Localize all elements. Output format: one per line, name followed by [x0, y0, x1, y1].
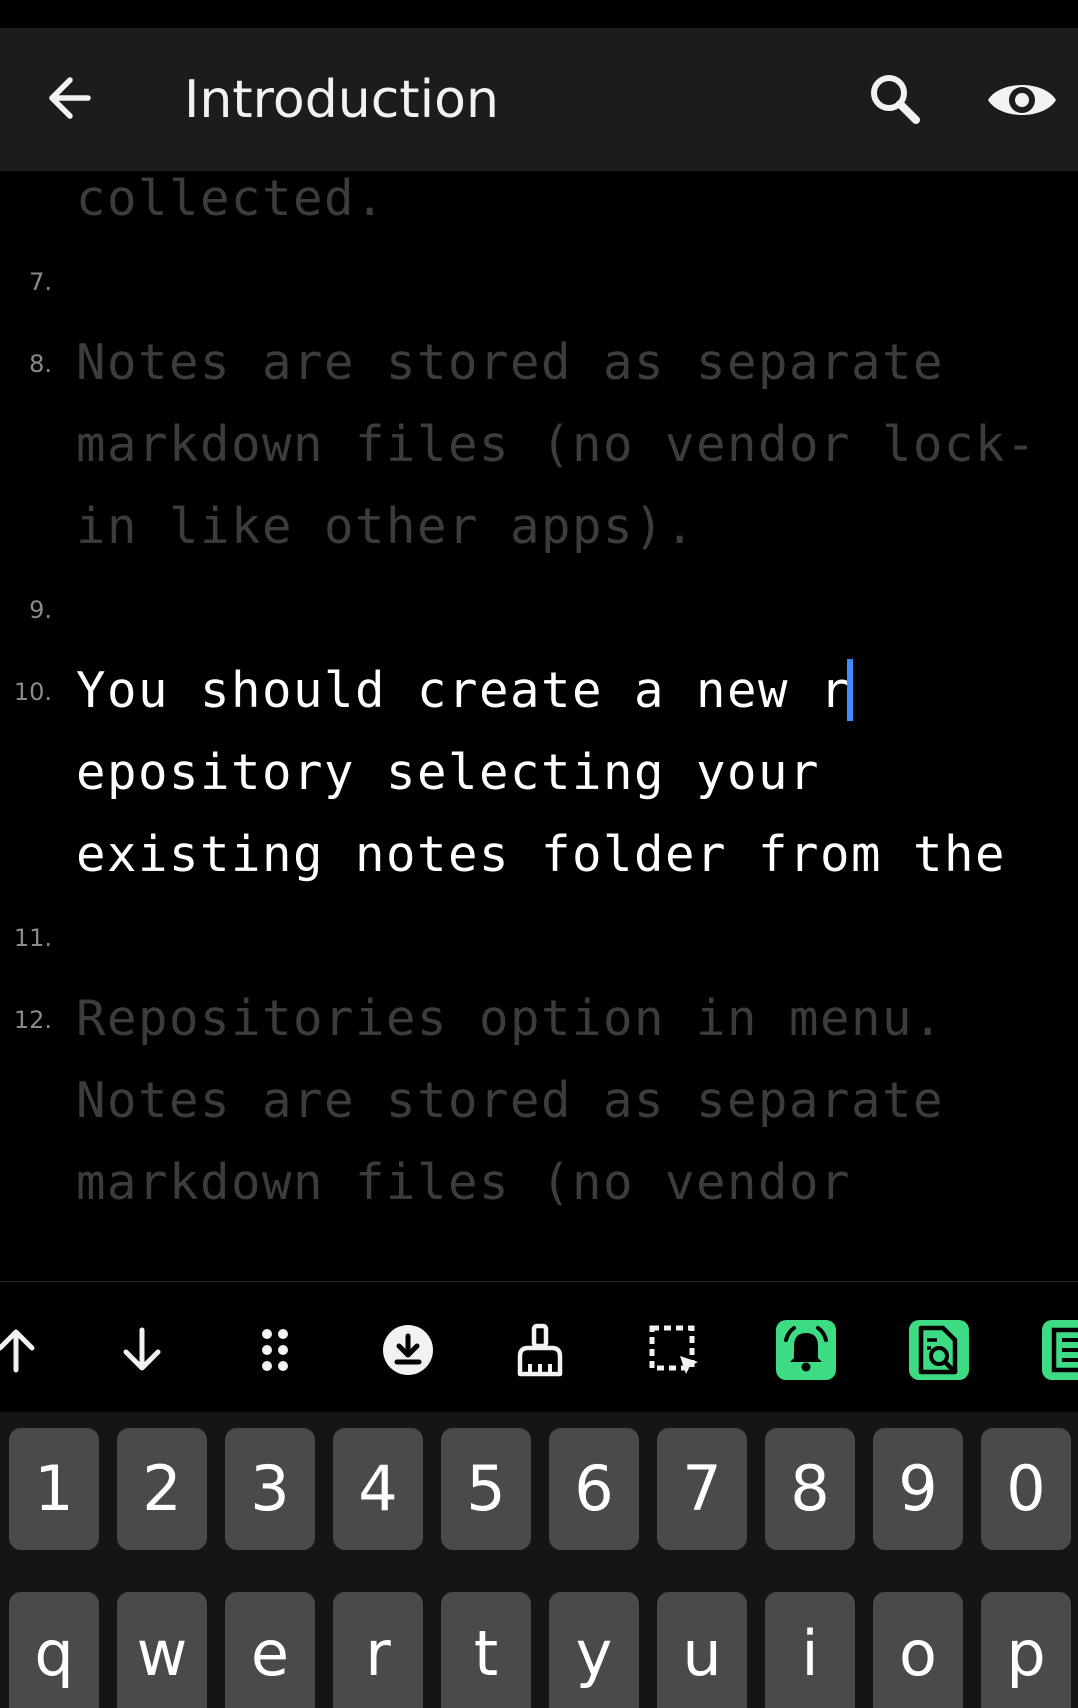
line-text: permissions. No user data is collected. [76, 171, 387, 227]
editor-line: permissions. No user data is collected. [0, 171, 1078, 240]
key-5[interactable]: 5 [441, 1428, 531, 1550]
find-in-document-button[interactable] [909, 1320, 969, 1380]
table-of-contents-button[interactable] [1042, 1320, 1078, 1380]
key-3[interactable]: 3 [225, 1428, 315, 1550]
editor-toolbar [0, 1281, 1078, 1412]
eye-icon [988, 85, 1056, 115]
search-button[interactable] [864, 68, 928, 132]
text-cursor [847, 659, 854, 721]
download-circle-icon [383, 1325, 433, 1375]
key-r[interactable]: r [333, 1592, 423, 1708]
editor-line: 9. [0, 568, 1078, 650]
move-down-button[interactable] [112, 1320, 172, 1380]
status-bar [0, 0, 1078, 28]
line-text: Repositories option in menu. Notes are s… [76, 990, 976, 1211]
editor-line: 12. Repositories option in menu. Notes a… [0, 978, 1078, 1224]
clear-format-button[interactable] [510, 1320, 570, 1380]
grid-button[interactable] [245, 1320, 305, 1380]
page-title: Introduction [184, 70, 499, 130]
key-7[interactable]: 7 [657, 1428, 747, 1550]
editor-line: 11. [0, 896, 1078, 978]
editor-line: 8. Notes are stored as separate markdown… [0, 322, 1078, 568]
arrow-down-icon [123, 1327, 161, 1371]
key-9[interactable]: 9 [873, 1428, 963, 1550]
key-p[interactable]: p [981, 1592, 1071, 1708]
key-y[interactable]: y [549, 1592, 639, 1708]
preview-button[interactable] [984, 68, 1060, 132]
text-before-cursor: You should create a new r [76, 662, 852, 719]
line-number: 11. [13, 924, 52, 952]
key-4[interactable]: 4 [333, 1428, 423, 1550]
move-up-button[interactable] [0, 1320, 46, 1380]
key-1[interactable]: 1 [9, 1428, 99, 1550]
line-number: 7. [29, 268, 52, 296]
document-search-icon [918, 1325, 958, 1375]
key-w[interactable]: w [117, 1592, 207, 1708]
key-6[interactable]: 6 [549, 1428, 639, 1550]
select-area-button[interactable] [644, 1320, 704, 1380]
key-0[interactable]: 0 [981, 1428, 1071, 1550]
arrow-left-icon [49, 77, 91, 119]
line-number: 9. [29, 596, 52, 624]
key-u[interactable]: u [657, 1592, 747, 1708]
line-text[interactable]: You should create a new r epository selec… [76, 650, 1066, 896]
editor-line: 7. [0, 240, 1078, 322]
editor-line-active[interactable]: 10. You should create a new r epository s… [0, 650, 1078, 896]
line-number: 12. [13, 1006, 52, 1034]
key-q[interactable]: q [9, 1592, 99, 1708]
key-o[interactable]: o [873, 1592, 963, 1708]
back-button[interactable] [42, 68, 102, 128]
key-8[interactable]: 8 [765, 1428, 855, 1550]
search-icon [871, 75, 920, 124]
line-number: 10. [13, 678, 52, 706]
key-2[interactable]: 2 [117, 1428, 207, 1550]
markdown-editor[interactable]: permissions. No user data is collected. … [0, 171, 1078, 1281]
top-app-bar: Introduction [0, 28, 1078, 171]
key-t[interactable]: t [441, 1592, 531, 1708]
soft-keyboard: 1 2 3 4 5 6 7 8 9 0 q w e r t y u i o p [0, 1412, 1078, 1708]
key-i[interactable]: i [765, 1592, 855, 1708]
download-button[interactable] [378, 1320, 438, 1380]
broom-icon [517, 1323, 563, 1377]
key-e[interactable]: e [225, 1592, 315, 1708]
line-text: Notes are stored as separate markdown fi… [76, 334, 1038, 555]
text-after-cursor: epository selecting your existing notes … [76, 744, 1007, 883]
alarm-bell-icon [784, 1326, 828, 1372]
list-document-icon [1051, 1327, 1078, 1373]
line-number: 8. [29, 350, 52, 378]
reminder-button[interactable] [776, 1320, 836, 1380]
arrow-up-icon [0, 1329, 35, 1373]
select-area-icon [649, 1325, 698, 1374]
grid-dots-icon [262, 1329, 288, 1371]
